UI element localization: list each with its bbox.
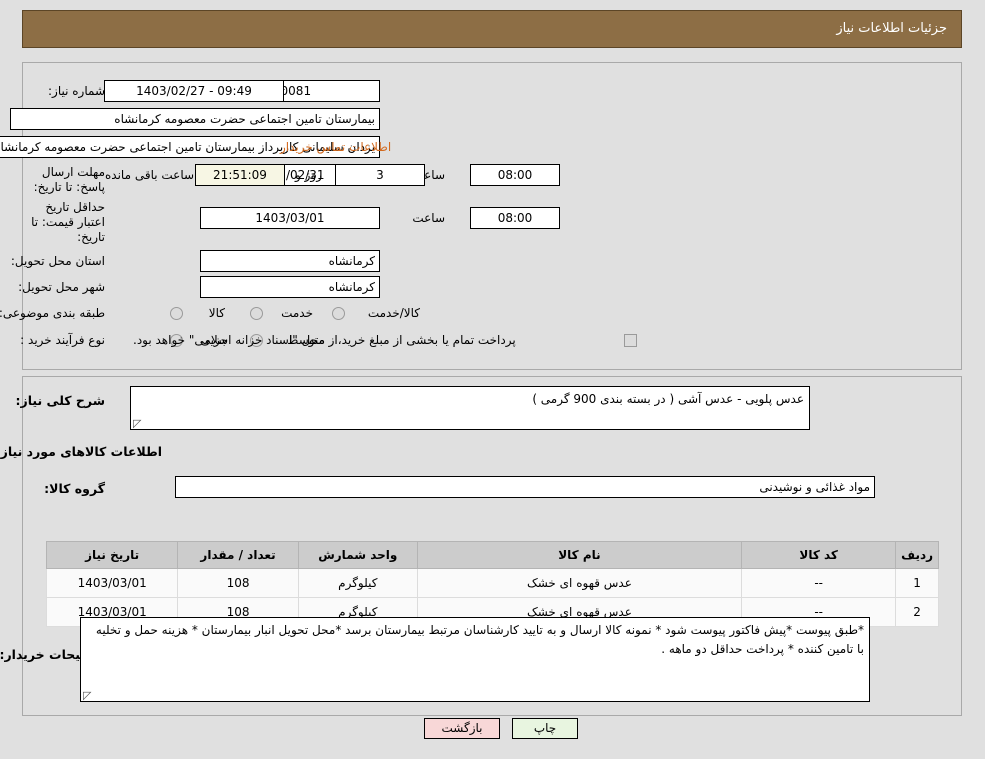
buyer-contact-link[interactable]: اطلاعات تماس خریدار — [280, 140, 391, 154]
days-remaining-label: روز و — [295, 168, 322, 182]
table-cell-0-4: 108 — [177, 568, 299, 598]
category-label: طبقه بندی موضوعی: — [0, 306, 105, 320]
goods-section-title: اطلاعات کالاهای مورد نیاز — [0, 444, 162, 459]
price-validity-hour-label: ساعت — [412, 211, 445, 225]
category-option-1-label: خدمت — [281, 306, 313, 320]
table-cell-0-5: 1403/03/01 — [45, 568, 179, 598]
need-summary-textarea[interactable]: عدس پلویی - عدس آشی ( در بسته بندی 900 گ… — [130, 386, 810, 430]
col-quantity: تعداد / مقدار — [177, 541, 299, 569]
days-remaining-value: 3 — [335, 164, 425, 186]
col-item-code: کد کالا — [741, 541, 897, 569]
price-validity-label: حداقل تاریخ اعتبار قیمت: تا تاریخ: — [31, 200, 105, 244]
process-label: نوع فرآیند خرید : — [20, 333, 105, 347]
category-option-0-label: کالا — [208, 306, 225, 320]
table-cell-0-2: عدس قهوه ای خشک — [416, 568, 743, 598]
resize-grip-summary-icon[interactable]: ◸ — [133, 418, 144, 429]
reply-deadline-label: مهلت ارسال پاسخ: تا تاریخ: — [33, 165, 105, 194]
back-button[interactable]: بازگشت — [424, 718, 500, 739]
time-remaining-label: ساعت باقی مانده — [105, 168, 195, 182]
radio-category-kala[interactable] — [170, 307, 183, 320]
table-header-row: ردیف کد کالا نام کالا واحد شمارش تعداد /… — [45, 541, 939, 569]
col-item-name: نام کالا — [416, 541, 743, 569]
table-cell-0-3: کیلوگرم — [297, 568, 418, 598]
page-header-bar: جزئیات اطلاعات نیاز — [22, 10, 962, 48]
col-need-date: تاریخ نیاز — [45, 541, 179, 569]
need-summary-label: شرح کلی نیاز: — [15, 393, 105, 408]
reply-deadline-time: 08:00 — [470, 164, 560, 186]
price-validity-time: 08:00 — [470, 207, 560, 229]
items-table: ردیف کد کالا نام کالا واحد شمارش تعداد /… — [45, 541, 939, 627]
price-validity-date: 1403/03/01 — [200, 207, 380, 229]
radio-category-kala-khedmat[interactable] — [332, 307, 345, 320]
col-row-number: ردیف — [895, 541, 939, 569]
goods-group-value: مواد غذائی و نوشیدنی — [175, 476, 875, 498]
page-title: جزئیات اطلاعات نیاز — [836, 21, 947, 36]
col-unit: واحد شمارش — [297, 541, 418, 569]
time-remaining-value: 21:51:09 — [195, 164, 285, 186]
goods-group-label: گروه کالا: — [44, 481, 105, 496]
buyer-org-value: بیمارستان تامین اجتماعی حضرت معصومه کرما… — [10, 108, 380, 130]
table-row: 1 -- عدس قهوه ای خشک کیلوگرم 108 1403/03/01 — [45, 568, 939, 598]
buyer-notes-textarea[interactable]: *طبق پیوست *پیش فاکتور پیوست شود * نمونه… — [80, 617, 870, 702]
province-label: استان محل تحویل: — [10, 254, 105, 268]
category-option-2-label: کالا/خدمت — [367, 306, 420, 320]
city-value: کرمانشاه — [200, 276, 380, 298]
radio-category-khedmat[interactable] — [250, 307, 263, 320]
resize-grip-notes-icon[interactable]: ◸ — [83, 690, 94, 701]
need-details-page: AriaTender.net جزئیات اطلاعات نیاز شماره… — [0, 0, 985, 759]
need-number-label: شماره نیاز: — [48, 84, 105, 98]
city-label: شهر محل تحویل: — [18, 280, 105, 294]
print-button[interactable]: چاپ — [512, 718, 578, 739]
treasury-note-label: پرداخت تمام یا بخشی از مبلغ خرید،از محل … — [133, 333, 516, 347]
checkbox-treasury-bonds[interactable] — [624, 334, 637, 347]
table-cell-0-0: 1 — [895, 568, 939, 598]
table-cell-1-0: 2 — [895, 597, 939, 627]
public-announce-value: 09:49 - 1403/02/27 — [104, 80, 284, 102]
province-value: کرمانشاه — [200, 250, 380, 272]
table-cell-0-1: -- — [741, 568, 897, 598]
